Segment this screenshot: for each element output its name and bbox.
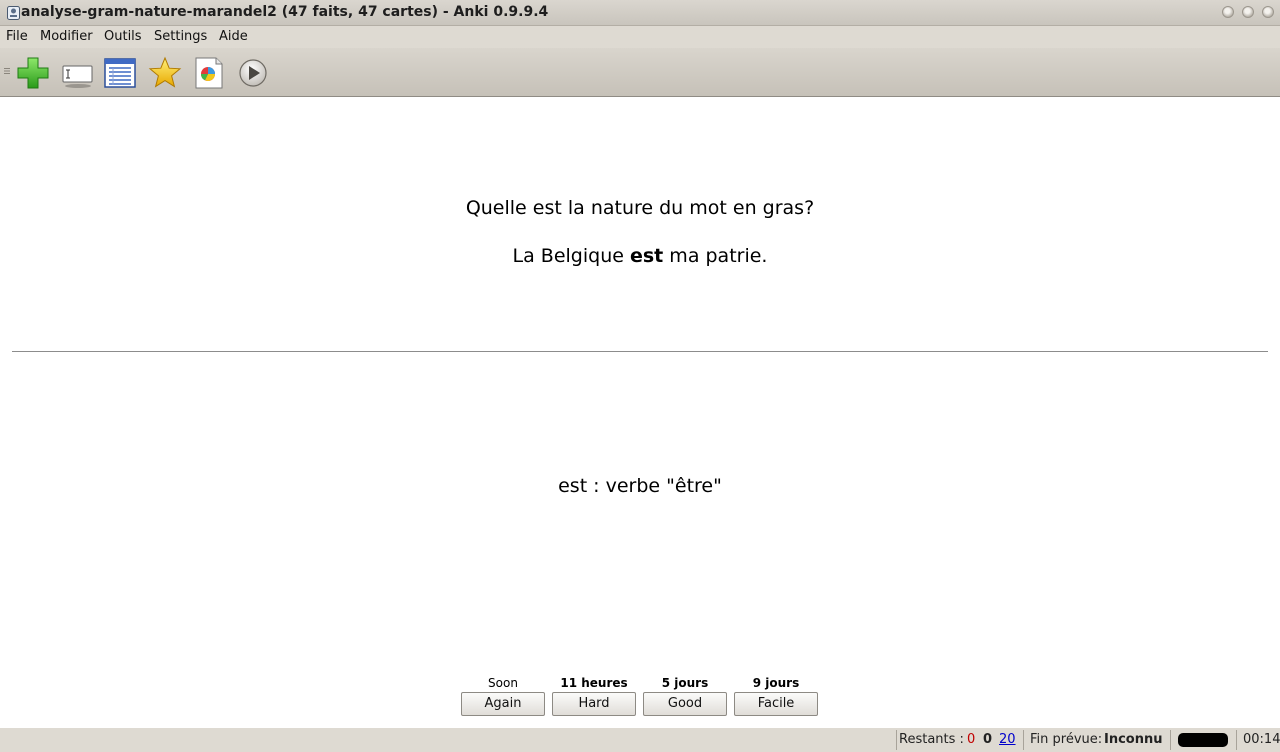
sentence-bold-word: est [629,245,664,267]
remaining-label: Restants : [899,732,964,747]
remaining-new-count[interactable]: 20 [999,732,1016,747]
window-title: analyse-gram-nature-marandel2 (47 faits,… [21,4,549,20]
status-separator [896,730,897,750]
menu-settings[interactable]: Settings [154,29,207,44]
progress-bar [1178,733,1228,747]
hard-interval: 11 heures [560,676,628,690]
question-answer-divider [12,351,1268,352]
remaining-failed-count: 0 [967,732,976,747]
maximize-button[interactable] [1242,6,1254,18]
browse-icon[interactable] [102,55,138,91]
again-button[interactable]: Again [461,692,545,716]
menu-outils[interactable]: Outils [104,29,142,44]
status-separator [1023,730,1024,750]
card-sentence: La Belgique est ma patrie. [0,245,1280,267]
toolbar-grip-icon[interactable] [4,68,10,74]
menu-modifier[interactable]: Modifier [40,29,93,44]
menu-bar: File Modifier Outils Settings Aide [0,26,1280,48]
remaining-review-count: 0 [983,732,993,747]
status-bar: Restants : 0 0 20 Fin prévue: Inconnu 00… [0,728,1280,752]
card-answer: est : verbe "être" [558,475,722,497]
anki-app-icon [7,6,20,20]
session-timer: 00:14 [1243,732,1280,747]
deck-properties-icon[interactable] [191,55,227,91]
close-button[interactable] [1262,6,1274,18]
title-bar: analyse-gram-nature-marandel2 (47 faits,… [0,0,1280,26]
menu-aide[interactable]: Aide [219,29,248,44]
minimize-button[interactable] [1222,6,1234,18]
easy-button[interactable]: Facile [734,692,818,716]
card-question: Quelle est la nature du mot en gras? [465,197,815,219]
edit-card-icon[interactable] [60,55,96,91]
again-interval: Soon [488,676,518,690]
hard-button[interactable]: Hard [552,692,636,716]
sentence-after: ma patrie. [663,245,768,267]
eta-value: Inconnu [1104,732,1163,747]
sentence-before: La Belgique [512,245,630,267]
menu-file[interactable]: File [6,29,28,44]
star-icon[interactable] [147,55,183,91]
add-icon[interactable] [15,55,51,91]
status-separator [1170,730,1171,750]
play-icon[interactable] [235,55,271,91]
easy-interval: 9 jours [752,676,800,690]
eta-label: Fin prévue: [1030,732,1103,747]
status-separator [1236,730,1237,750]
good-interval: 5 jours [661,676,709,690]
good-button[interactable]: Good [643,692,727,716]
